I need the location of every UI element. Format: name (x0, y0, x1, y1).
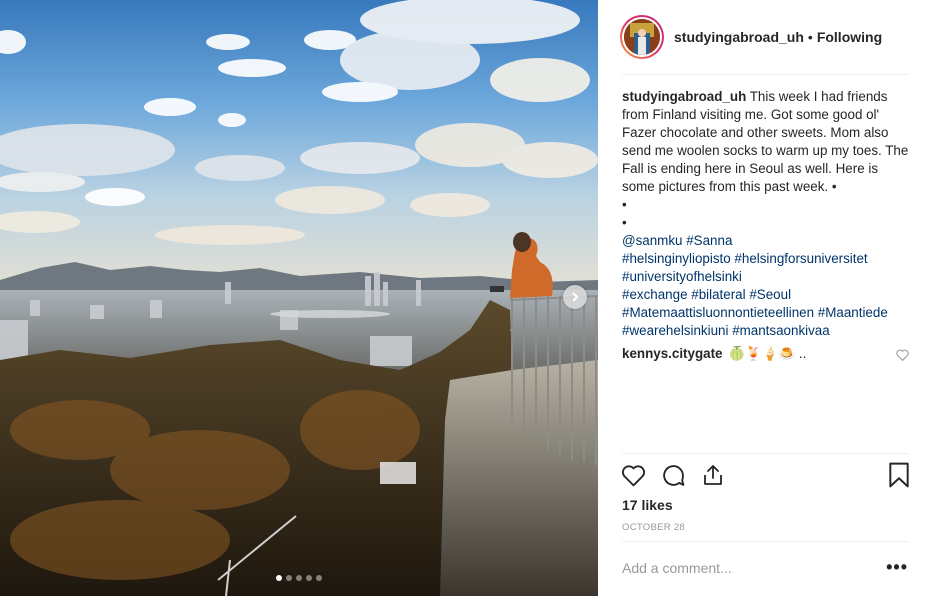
caption-bullet: • (622, 197, 627, 212)
like-count[interactable]: 17 likes (622, 497, 673, 513)
carousel-dot (316, 575, 322, 581)
share-button[interactable] (700, 462, 726, 488)
carousel-dot-active (276, 575, 282, 581)
divider (622, 74, 909, 75)
save-button[interactable] (888, 462, 910, 493)
hashtag-list: @sanmku #Sanna #helsinginyliopisto #hels… (622, 232, 912, 340)
post-photo[interactable] (0, 0, 598, 596)
divider (622, 453, 909, 454)
heart-icon (896, 349, 909, 362)
carousel-dot (286, 575, 292, 581)
tag-link[interactable]: #Sanna (686, 233, 732, 248)
header-separator: • (807, 29, 813, 45)
tag-link[interactable]: #helsinginyliopisto (622, 251, 731, 266)
tag-link[interactable]: #exchange (622, 287, 688, 302)
comment-icon (662, 464, 684, 486)
avatar-image (624, 19, 660, 55)
like-button[interactable] (620, 462, 646, 488)
comment-username[interactable]: kennys.citygate (622, 345, 722, 363)
tag-link[interactable]: #helsingforsuniversitet (734, 251, 867, 266)
tag-link[interactable]: #universityofhelsinki (622, 269, 742, 284)
post-details-panel: studyingabroad_uh • Following studyingab… (598, 0, 930, 596)
add-comment-input[interactable]: Add a comment... (622, 560, 732, 576)
tag-link[interactable]: #bilateral (691, 287, 745, 302)
chevron-right-icon (572, 292, 579, 302)
share-icon (704, 465, 722, 485)
post-header: studyingabroad_uh • Following (598, 0, 930, 74)
post-username[interactable]: studyingabroad_uh (674, 29, 804, 45)
carousel-dot (296, 575, 302, 581)
photo-scene (0, 0, 598, 596)
post-date[interactable]: OCTOBER 28 (622, 522, 685, 533)
tag-link[interactable]: #Maantiede (818, 305, 888, 320)
post-actions (620, 462, 726, 488)
following-button[interactable]: Following (817, 29, 882, 45)
tag-link[interactable]: #mantsaonkivaa (732, 323, 830, 338)
tag-link[interactable]: #Seoul (749, 287, 791, 302)
carousel-indicator (0, 575, 598, 581)
like-comment-button[interactable] (896, 348, 909, 366)
caption-text: This week I had friends from Finland vis… (622, 89, 909, 194)
avatar[interactable] (620, 15, 664, 59)
more-options-button[interactable]: ••• (886, 558, 908, 576)
comment-text: 🍈🍹🍦🍮 .. (728, 346, 807, 361)
comment-row: kennys.citygate 🍈🍹🍦🍮 .. (622, 345, 912, 363)
bookmark-icon (889, 462, 909, 488)
post-caption: studyingabroad_uh This week I had friend… (622, 88, 912, 340)
carousel-dot (306, 575, 312, 581)
caption-bullet: • (622, 215, 627, 230)
tag-link[interactable]: @sanmku (622, 233, 682, 248)
caption-username[interactable]: studyingabroad_uh (622, 89, 746, 104)
next-slide-button[interactable] (563, 285, 587, 309)
divider (622, 541, 909, 542)
comment-button[interactable] (660, 462, 686, 488)
tag-link[interactable]: #wearehelsinkiuni (622, 323, 728, 338)
tag-link[interactable]: #Matemaattisluonnontieteellinen (622, 305, 814, 320)
heart-icon (621, 464, 645, 486)
